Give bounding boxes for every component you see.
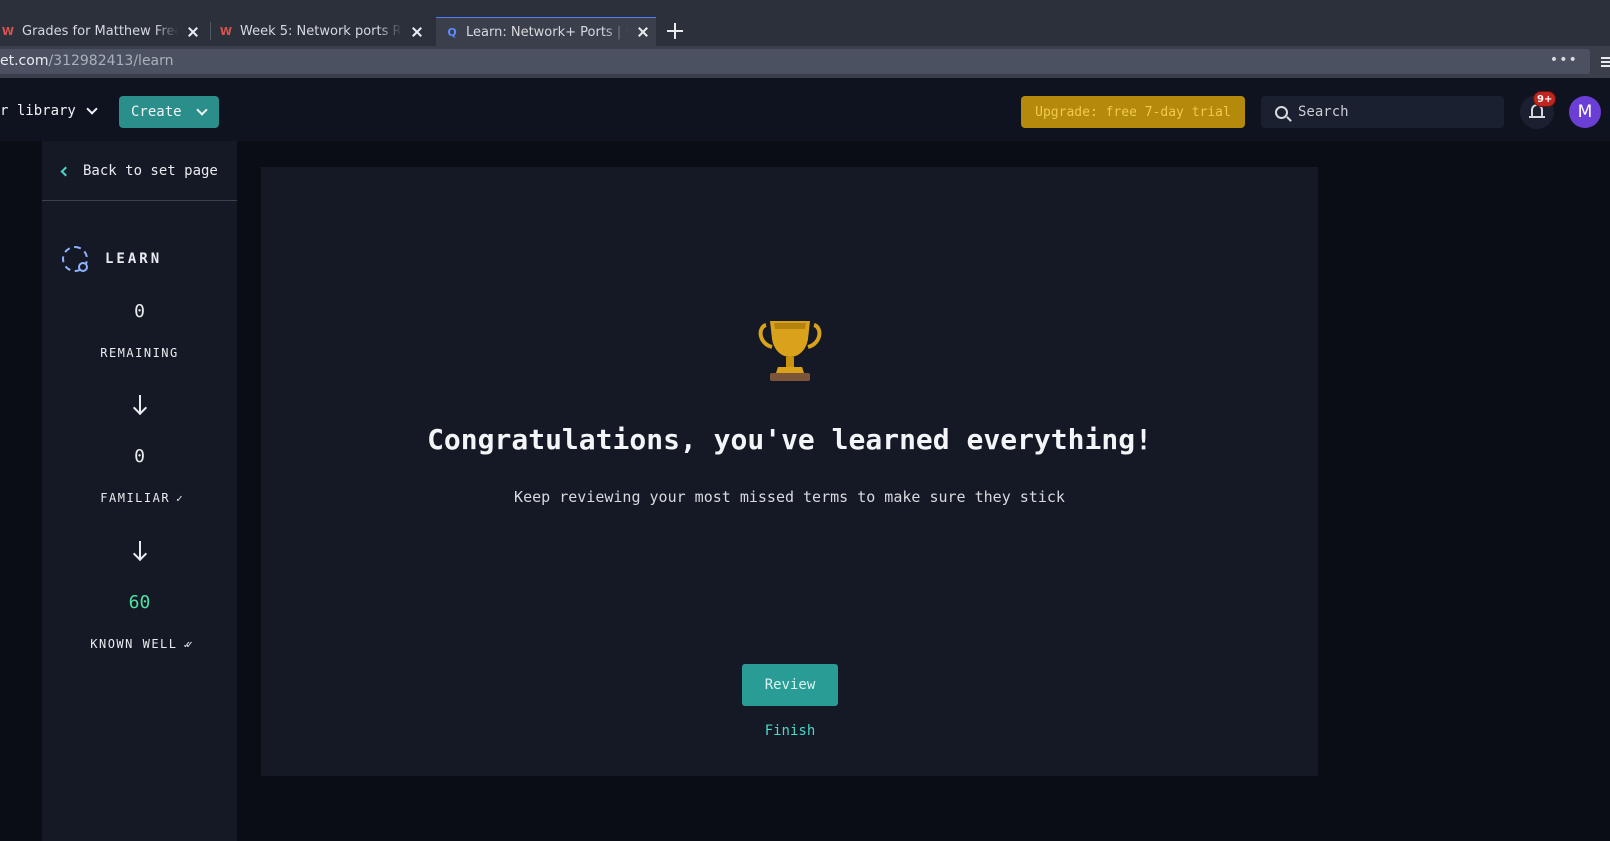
- back-to-set-link[interactable]: Back to set page: [60, 163, 218, 179]
- learn-mode-icon: [62, 246, 88, 272]
- double-check-icon: ✓✓: [183, 638, 193, 651]
- congratulations-subtext: Keep reviewing your most missed terms to…: [514, 488, 1065, 506]
- browser-tab-week5[interactable]: W Week 5: Network ports Review: [218, 17, 424, 46]
- browser-tab-learn[interactable]: Q Learn: Network+ Ports | Quizlet: [436, 17, 656, 46]
- known-well-label-row: KNOWN WELL ✓✓: [90, 637, 193, 651]
- more-options-icon[interactable]: •••: [1550, 52, 1578, 68]
- congratulations-heading: Congratulations, you've learned everythi…: [427, 423, 1152, 456]
- tab-title: Week 5: Network ports Review: [240, 24, 402, 39]
- canvas-favicon-icon: W: [1, 25, 15, 38]
- arrow-down-icon: [132, 541, 148, 561]
- remaining-label: REMAINING: [100, 346, 179, 360]
- tab-title: Learn: Network+ Ports | Quizlet: [466, 24, 628, 40]
- address-bar-row: et.com/312982413/learn •••: [0, 46, 1610, 78]
- familiar-count: 0: [134, 446, 145, 467]
- back-label: Back to set page: [83, 163, 218, 179]
- address-bar[interactable]: et.com/312982413/learn •••: [0, 49, 1590, 74]
- browser-menu-icon[interactable]: [1601, 57, 1610, 68]
- review-button[interactable]: Review: [742, 664, 838, 706]
- learn-sidebar: Back to set page LEARN 0 REMAINING 0 FAM…: [42, 141, 237, 841]
- chevron-down-icon: [195, 103, 208, 116]
- left-gutter: [0, 141, 42, 841]
- close-tab-icon[interactable]: [636, 25, 650, 39]
- canvas-favicon-icon: W: [219, 25, 233, 38]
- create-label: Create: [131, 104, 182, 120]
- avatar[interactable]: M: [1569, 96, 1601, 128]
- check-icon: ✓: [176, 492, 182, 505]
- close-tab-icon[interactable]: [410, 25, 424, 39]
- search-placeholder: Search: [1298, 104, 1349, 120]
- close-tab-icon[interactable]: [186, 25, 200, 39]
- browser-tab-grades[interactable]: W Grades for Matthew Freeman: [0, 17, 200, 46]
- arrow-down-icon: [132, 395, 148, 415]
- search-icon: [1275, 105, 1288, 119]
- known-well-count: 60: [128, 592, 151, 613]
- upgrade-button[interactable]: Upgrade: free 7-day trial: [1021, 96, 1245, 128]
- library-label: r library: [0, 103, 76, 119]
- remaining-count: 0: [134, 301, 145, 322]
- search-input[interactable]: Search: [1261, 96, 1504, 128]
- mode-title: LEARN: [62, 246, 162, 272]
- create-button[interactable]: Create: [119, 96, 219, 128]
- quizlet-favicon-icon: Q: [447, 25, 457, 39]
- notification-badge: 9+: [1533, 91, 1557, 107]
- chevron-left-icon: [60, 166, 71, 176]
- trophy-icon: [758, 321, 822, 381]
- app-header: r library Create Upgrade: free 7-day tri…: [0, 78, 1610, 141]
- new-tab-icon[interactable]: [666, 22, 684, 40]
- chevron-down-icon: [86, 102, 98, 115]
- browser-tab-bar: W Grades for Matthew Freeman W Week 5: N…: [0, 0, 1610, 46]
- tab-divider: [210, 22, 211, 40]
- learn-label: LEARN: [105, 251, 163, 267]
- tab-title: Grades for Matthew Freeman: [22, 24, 178, 39]
- familiar-label-row: FAMILIAR ✓: [100, 491, 182, 505]
- finish-link[interactable]: Finish: [742, 723, 838, 739]
- your-library-dropdown[interactable]: r library: [0, 102, 98, 119]
- url-text: et.com/312982413/learn: [0, 53, 174, 69]
- divider: [42, 200, 237, 201]
